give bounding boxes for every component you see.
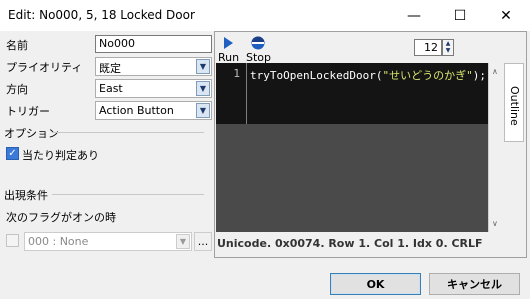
run-button[interactable]: [221, 36, 235, 50]
name-label: 名前: [6, 39, 28, 52]
maximize-icon: ☐: [453, 7, 467, 24]
chevron-down-icon[interactable]: ▼: [196, 103, 210, 118]
line-number: 1: [233, 67, 240, 80]
scroll-down-icon[interactable]: ∨: [492, 219, 498, 228]
flag-label: 次のフラグがオンの時: [6, 211, 116, 224]
priority-label: プライオリティ: [6, 61, 83, 74]
code-line[interactable]: tryToOpenLockedDoor("せいどうのかぎ");: [250, 67, 486, 83]
font-size-spinner[interactable]: ▲ ▼: [442, 39, 454, 56]
condition-section-label: 出現条件: [4, 189, 48, 202]
scroll-up-icon[interactable]: ∧: [492, 67, 498, 76]
priority-select[interactable]: 既定 ▼: [95, 57, 212, 76]
condition-divider: [52, 194, 204, 195]
chevron-down-icon[interactable]: ▼: [196, 81, 210, 96]
vertical-scrollbar[interactable]: ∧ ∨: [488, 63, 504, 232]
close-button[interactable]: ✕: [483, 0, 529, 31]
maximize-button[interactable]: ☐: [437, 0, 483, 31]
play-icon: [224, 37, 233, 49]
status-bar: Unicode. 0x0074. Row 1. Col 1. Idx 0. CR…: [216, 233, 525, 255]
trigger-select[interactable]: Action Button ▼: [95, 101, 212, 120]
options-divider: [52, 132, 204, 133]
chevron-down-icon[interactable]: ▼: [196, 59, 210, 74]
flag-select[interactable]: 000 : None ▼: [24, 232, 192, 251]
priority-value: 既定: [99, 62, 121, 75]
outline-label: Outline: [508, 86, 521, 126]
ok-button[interactable]: OK: [330, 273, 421, 295]
stop-icon: [251, 36, 265, 50]
direction-value: East: [99, 82, 123, 95]
code-string: "せいどうのかぎ": [382, 69, 473, 82]
cancel-button[interactable]: キャンセル: [429, 273, 520, 295]
hit-check-checkbox[interactable]: ✓: [6, 147, 19, 160]
direction-label: 方向: [6, 83, 28, 96]
direction-select[interactable]: East ▼: [95, 79, 212, 98]
trigger-value: Action Button: [99, 104, 174, 117]
name-input[interactable]: No000: [95, 35, 212, 53]
flag-checkbox[interactable]: [6, 234, 19, 247]
outline-tab[interactable]: Outline: [504, 63, 524, 142]
code-end: );: [472, 69, 486, 82]
trigger-label: トリガー: [6, 105, 50, 118]
stop-button[interactable]: [251, 36, 265, 50]
minimize-icon: —: [407, 7, 421, 24]
close-icon: ✕: [500, 7, 512, 24]
gutter-divider: [246, 63, 247, 124]
code-function: tryToOpenLockedDoor(: [250, 69, 383, 82]
hit-check-label: 当たり判定あり: [22, 149, 99, 162]
minimize-button[interactable]: —: [391, 0, 437, 31]
chevron-down-icon[interactable]: ▼: [443, 47, 453, 55]
chevron-down-icon[interactable]: ▼: [176, 234, 190, 249]
options-section-label: オプション: [4, 127, 59, 140]
flag-value: 000 : None: [28, 235, 89, 248]
chevron-up-icon[interactable]: ▲: [443, 40, 453, 47]
window-title: Edit: No000, 5, 18 Locked Door: [8, 8, 195, 22]
font-size-input[interactable]: 12: [414, 39, 442, 56]
flag-browse-button[interactable]: ...: [194, 232, 212, 251]
